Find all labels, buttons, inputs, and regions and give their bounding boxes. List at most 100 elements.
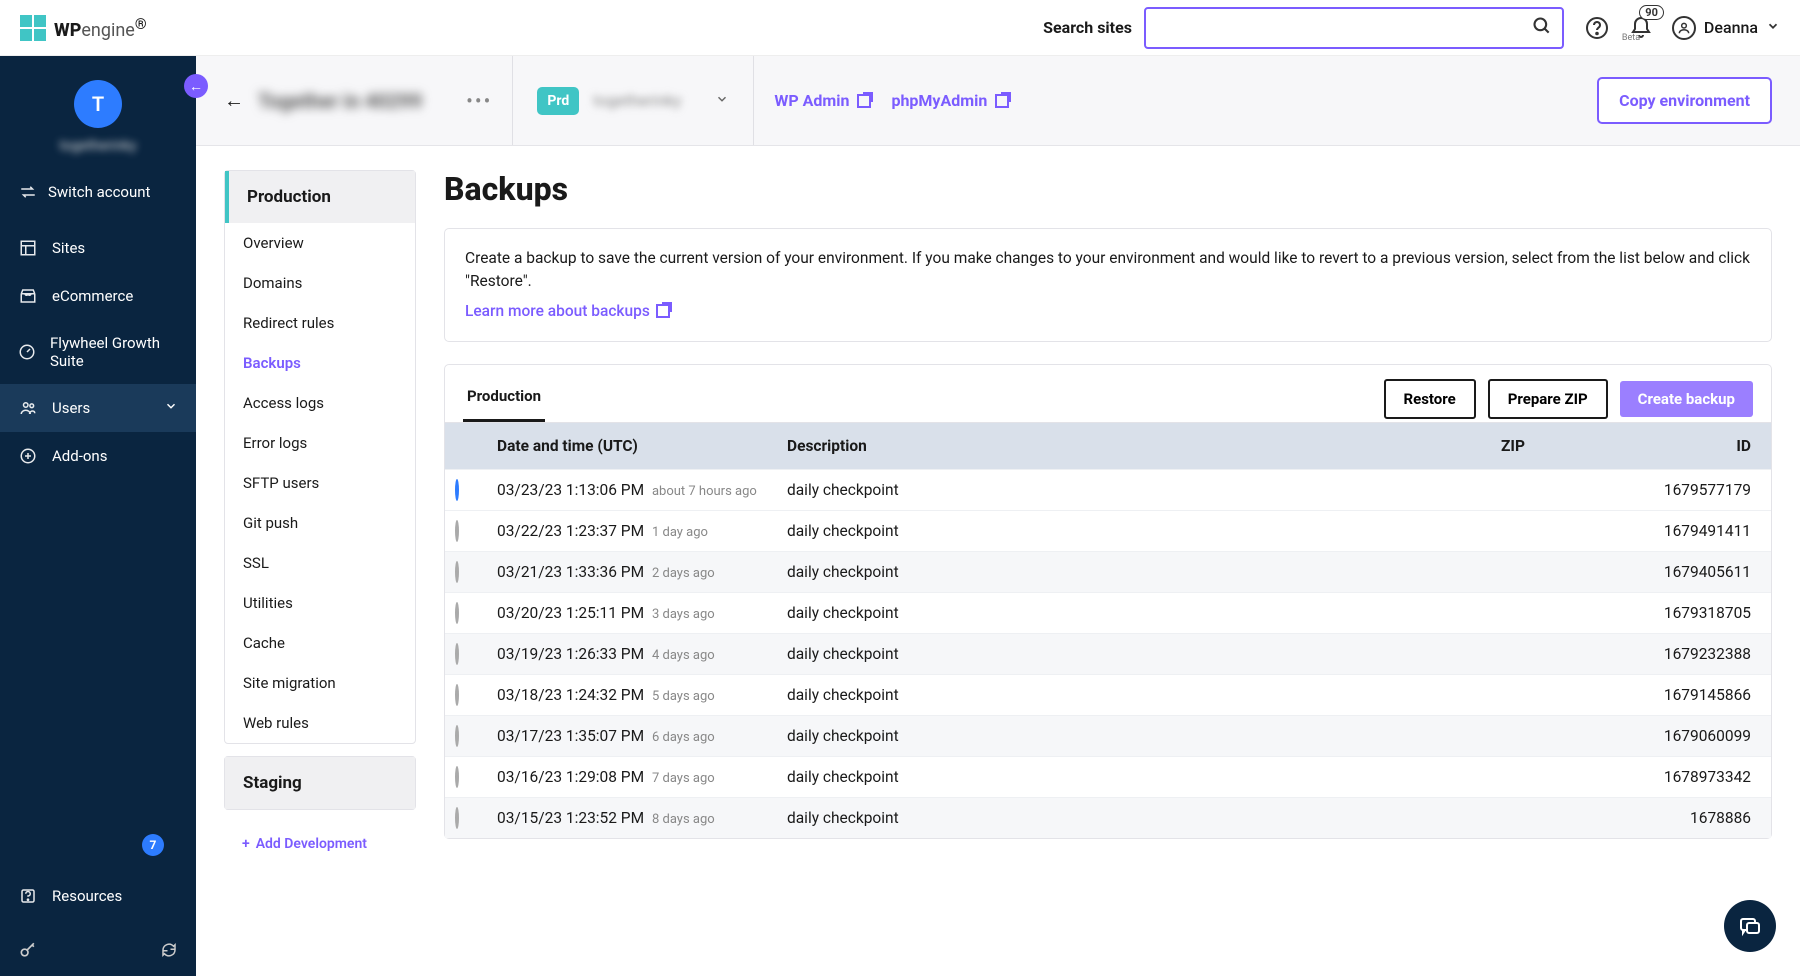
chat-button[interactable] bbox=[1724, 900, 1776, 952]
backup-description: daily checkpoint bbox=[787, 809, 1501, 827]
backup-datetime: 03/15/23 1:23:52 PM 8 days ago bbox=[497, 809, 787, 827]
backup-row[interactable]: 03/23/23 1:13:06 PM about 7 hours agodai… bbox=[445, 469, 1771, 510]
subnav-item-sftp-users[interactable]: SFTP users bbox=[225, 463, 415, 503]
chevron-down-icon bbox=[715, 92, 729, 110]
backup-row[interactable]: 03/22/23 1:23:37 PM 1 day agodaily check… bbox=[445, 510, 1771, 551]
switch-account[interactable]: Switch account bbox=[0, 170, 196, 214]
sidebar-item-users[interactable]: Users bbox=[0, 384, 196, 432]
subnav-item-utilities[interactable]: Utilities bbox=[225, 583, 415, 623]
search-icon[interactable] bbox=[1532, 16, 1552, 40]
account-avatar[interactable]: T bbox=[74, 80, 122, 128]
subnav-item-error-logs[interactable]: Error logs bbox=[225, 423, 415, 463]
external-link-icon bbox=[857, 94, 871, 108]
backup-row[interactable]: 03/16/23 1:29:08 PM 7 days agodaily chec… bbox=[445, 756, 1771, 797]
store-icon bbox=[18, 286, 38, 306]
copy-environment-button[interactable]: Copy environment bbox=[1597, 77, 1772, 124]
backup-description: daily checkpoint bbox=[787, 522, 1501, 540]
switch-account-label: Switch account bbox=[48, 183, 150, 201]
backup-datetime: 03/20/23 1:25:11 PM 3 days ago bbox=[497, 604, 787, 622]
sidebar-item-ecommerce[interactable]: eCommerce bbox=[0, 272, 196, 320]
resources-label: Resources bbox=[52, 887, 122, 905]
backup-radio[interactable] bbox=[455, 766, 459, 788]
subnav-item-git-push[interactable]: Git push bbox=[225, 503, 415, 543]
backup-relative-time: 1 day ago bbox=[652, 525, 708, 540]
sidebar-item-sites[interactable]: Sites bbox=[0, 224, 196, 272]
backup-radio[interactable] bbox=[455, 520, 459, 542]
user-name: Deanna bbox=[1704, 18, 1758, 37]
subnav-item-backups[interactable]: Backups bbox=[225, 343, 415, 383]
environment-selector[interactable]: Prd togetherinky bbox=[512, 56, 754, 145]
layout-icon bbox=[18, 238, 38, 258]
prepare-zip-button[interactable]: Prepare ZIP bbox=[1488, 379, 1608, 419]
subnav-item-overview[interactable]: Overview bbox=[225, 223, 415, 263]
help-icon[interactable] bbox=[1584, 15, 1610, 41]
backup-relative-time: 3 days ago bbox=[652, 607, 715, 622]
sidebar-item-flywheel-growth-suite[interactable]: Flywheel Growth Suite bbox=[0, 320, 196, 384]
subnav-item-site-migration[interactable]: Site migration bbox=[225, 663, 415, 703]
backup-radio[interactable] bbox=[455, 561, 459, 583]
site-menu-button[interactable]: ••• bbox=[466, 89, 492, 113]
brand-logo[interactable]: WPengine® bbox=[20, 15, 147, 41]
sidebar-item-add-ons[interactable]: Add-ons bbox=[0, 432, 196, 480]
subnav-item-redirect-rules[interactable]: Redirect rules bbox=[225, 303, 415, 343]
backup-row[interactable]: 03/20/23 1:25:11 PM 3 days agodaily chec… bbox=[445, 592, 1771, 633]
add-development-button[interactable]: + Add Development bbox=[224, 822, 416, 866]
learn-more-link[interactable]: Learn more about backups bbox=[465, 300, 670, 323]
brand-wp: WP bbox=[54, 20, 81, 41]
tab-production[interactable]: Production bbox=[463, 377, 545, 422]
backup-row[interactable]: 03/19/23 1:26:33 PM 4 days agodaily chec… bbox=[445, 633, 1771, 674]
backups-table: Production Restore Prepare ZIP Create ba… bbox=[444, 364, 1772, 839]
subnav-production-header[interactable]: Production bbox=[225, 171, 415, 223]
backup-row[interactable]: 03/17/23 1:35:07 PM 6 days agodaily chec… bbox=[445, 715, 1771, 756]
backup-relative-time: 8 days ago bbox=[652, 812, 715, 827]
search-box[interactable] bbox=[1144, 7, 1564, 49]
backup-row[interactable]: 03/18/23 1:24:32 PM 5 days agodaily chec… bbox=[445, 674, 1771, 715]
environment-subnav: Production OverviewDomainsRedirect rules… bbox=[224, 170, 416, 866]
backup-description: daily checkpoint bbox=[787, 686, 1501, 704]
site-title: Together in 40299 bbox=[258, 89, 422, 113]
subnav-item-domains[interactable]: Domains bbox=[225, 263, 415, 303]
backup-radio[interactable] bbox=[455, 684, 459, 706]
backup-relative-time: 7 days ago bbox=[652, 771, 715, 786]
sidebar-collapse-button[interactable]: ← bbox=[184, 74, 208, 98]
restore-button[interactable]: Restore bbox=[1384, 379, 1476, 419]
user-menu[interactable]: Deanna bbox=[1672, 16, 1780, 40]
back-button[interactable]: ← bbox=[224, 88, 244, 113]
backup-relative-time: 4 days ago bbox=[652, 648, 715, 663]
backup-radio[interactable] bbox=[455, 725, 459, 747]
backup-radio[interactable] bbox=[455, 479, 459, 501]
sidebar-resources[interactable]: Resources bbox=[18, 872, 178, 920]
backup-datetime: 03/18/23 1:24:32 PM 5 days ago bbox=[497, 686, 787, 704]
users-icon bbox=[18, 398, 38, 418]
backup-radio[interactable] bbox=[455, 807, 459, 829]
create-backup-button[interactable]: Create backup bbox=[1620, 381, 1753, 417]
col-date: Date and time (UTC) bbox=[497, 437, 787, 455]
backup-relative-time: 5 days ago bbox=[652, 689, 715, 704]
top-bar: WPengine® Search sites 90 Beta Dean bbox=[0, 0, 1800, 56]
backup-row[interactable]: 03/15/23 1:23:52 PM 8 days agodaily chec… bbox=[445, 797, 1771, 838]
sidebar: ← T togetherinky Switch account SiteseCo… bbox=[0, 0, 196, 976]
backup-datetime: 03/21/23 1:33:36 PM 2 days ago bbox=[497, 563, 787, 581]
backup-radio[interactable] bbox=[455, 643, 459, 665]
col-zip: ZIP bbox=[1501, 437, 1601, 455]
backup-datetime: 03/23/23 1:13:06 PM about 7 hours ago bbox=[497, 481, 787, 499]
search-input[interactable] bbox=[1156, 19, 1532, 37]
notifications-icon[interactable]: 90 Beta bbox=[1628, 15, 1654, 41]
subnav-staging-header[interactable]: Staging bbox=[225, 757, 415, 809]
switch-icon bbox=[18, 182, 38, 202]
backup-radio[interactable] bbox=[455, 602, 459, 624]
wp-admin-link[interactable]: WP Admin bbox=[774, 91, 871, 110]
key-icon[interactable] bbox=[18, 940, 38, 964]
info-box: Create a backup to save the current vers… bbox=[444, 228, 1772, 342]
backup-description: daily checkpoint bbox=[787, 481, 1501, 499]
refresh-icon[interactable] bbox=[160, 941, 178, 963]
backup-row[interactable]: 03/21/23 1:33:36 PM 2 days agodaily chec… bbox=[445, 551, 1771, 592]
search-label: Search sites bbox=[1043, 18, 1132, 37]
beta-label: Beta bbox=[1622, 33, 1640, 43]
subnav-item-access-logs[interactable]: Access logs bbox=[225, 383, 415, 423]
subnav-item-cache[interactable]: Cache bbox=[225, 623, 415, 663]
subnav-item-web-rules[interactable]: Web rules bbox=[225, 703, 415, 743]
subnav-item-ssl[interactable]: SSL bbox=[225, 543, 415, 583]
backup-id: 1678886 bbox=[1601, 809, 1761, 827]
phpmyadmin-link[interactable]: phpMyAdmin bbox=[891, 91, 1009, 110]
